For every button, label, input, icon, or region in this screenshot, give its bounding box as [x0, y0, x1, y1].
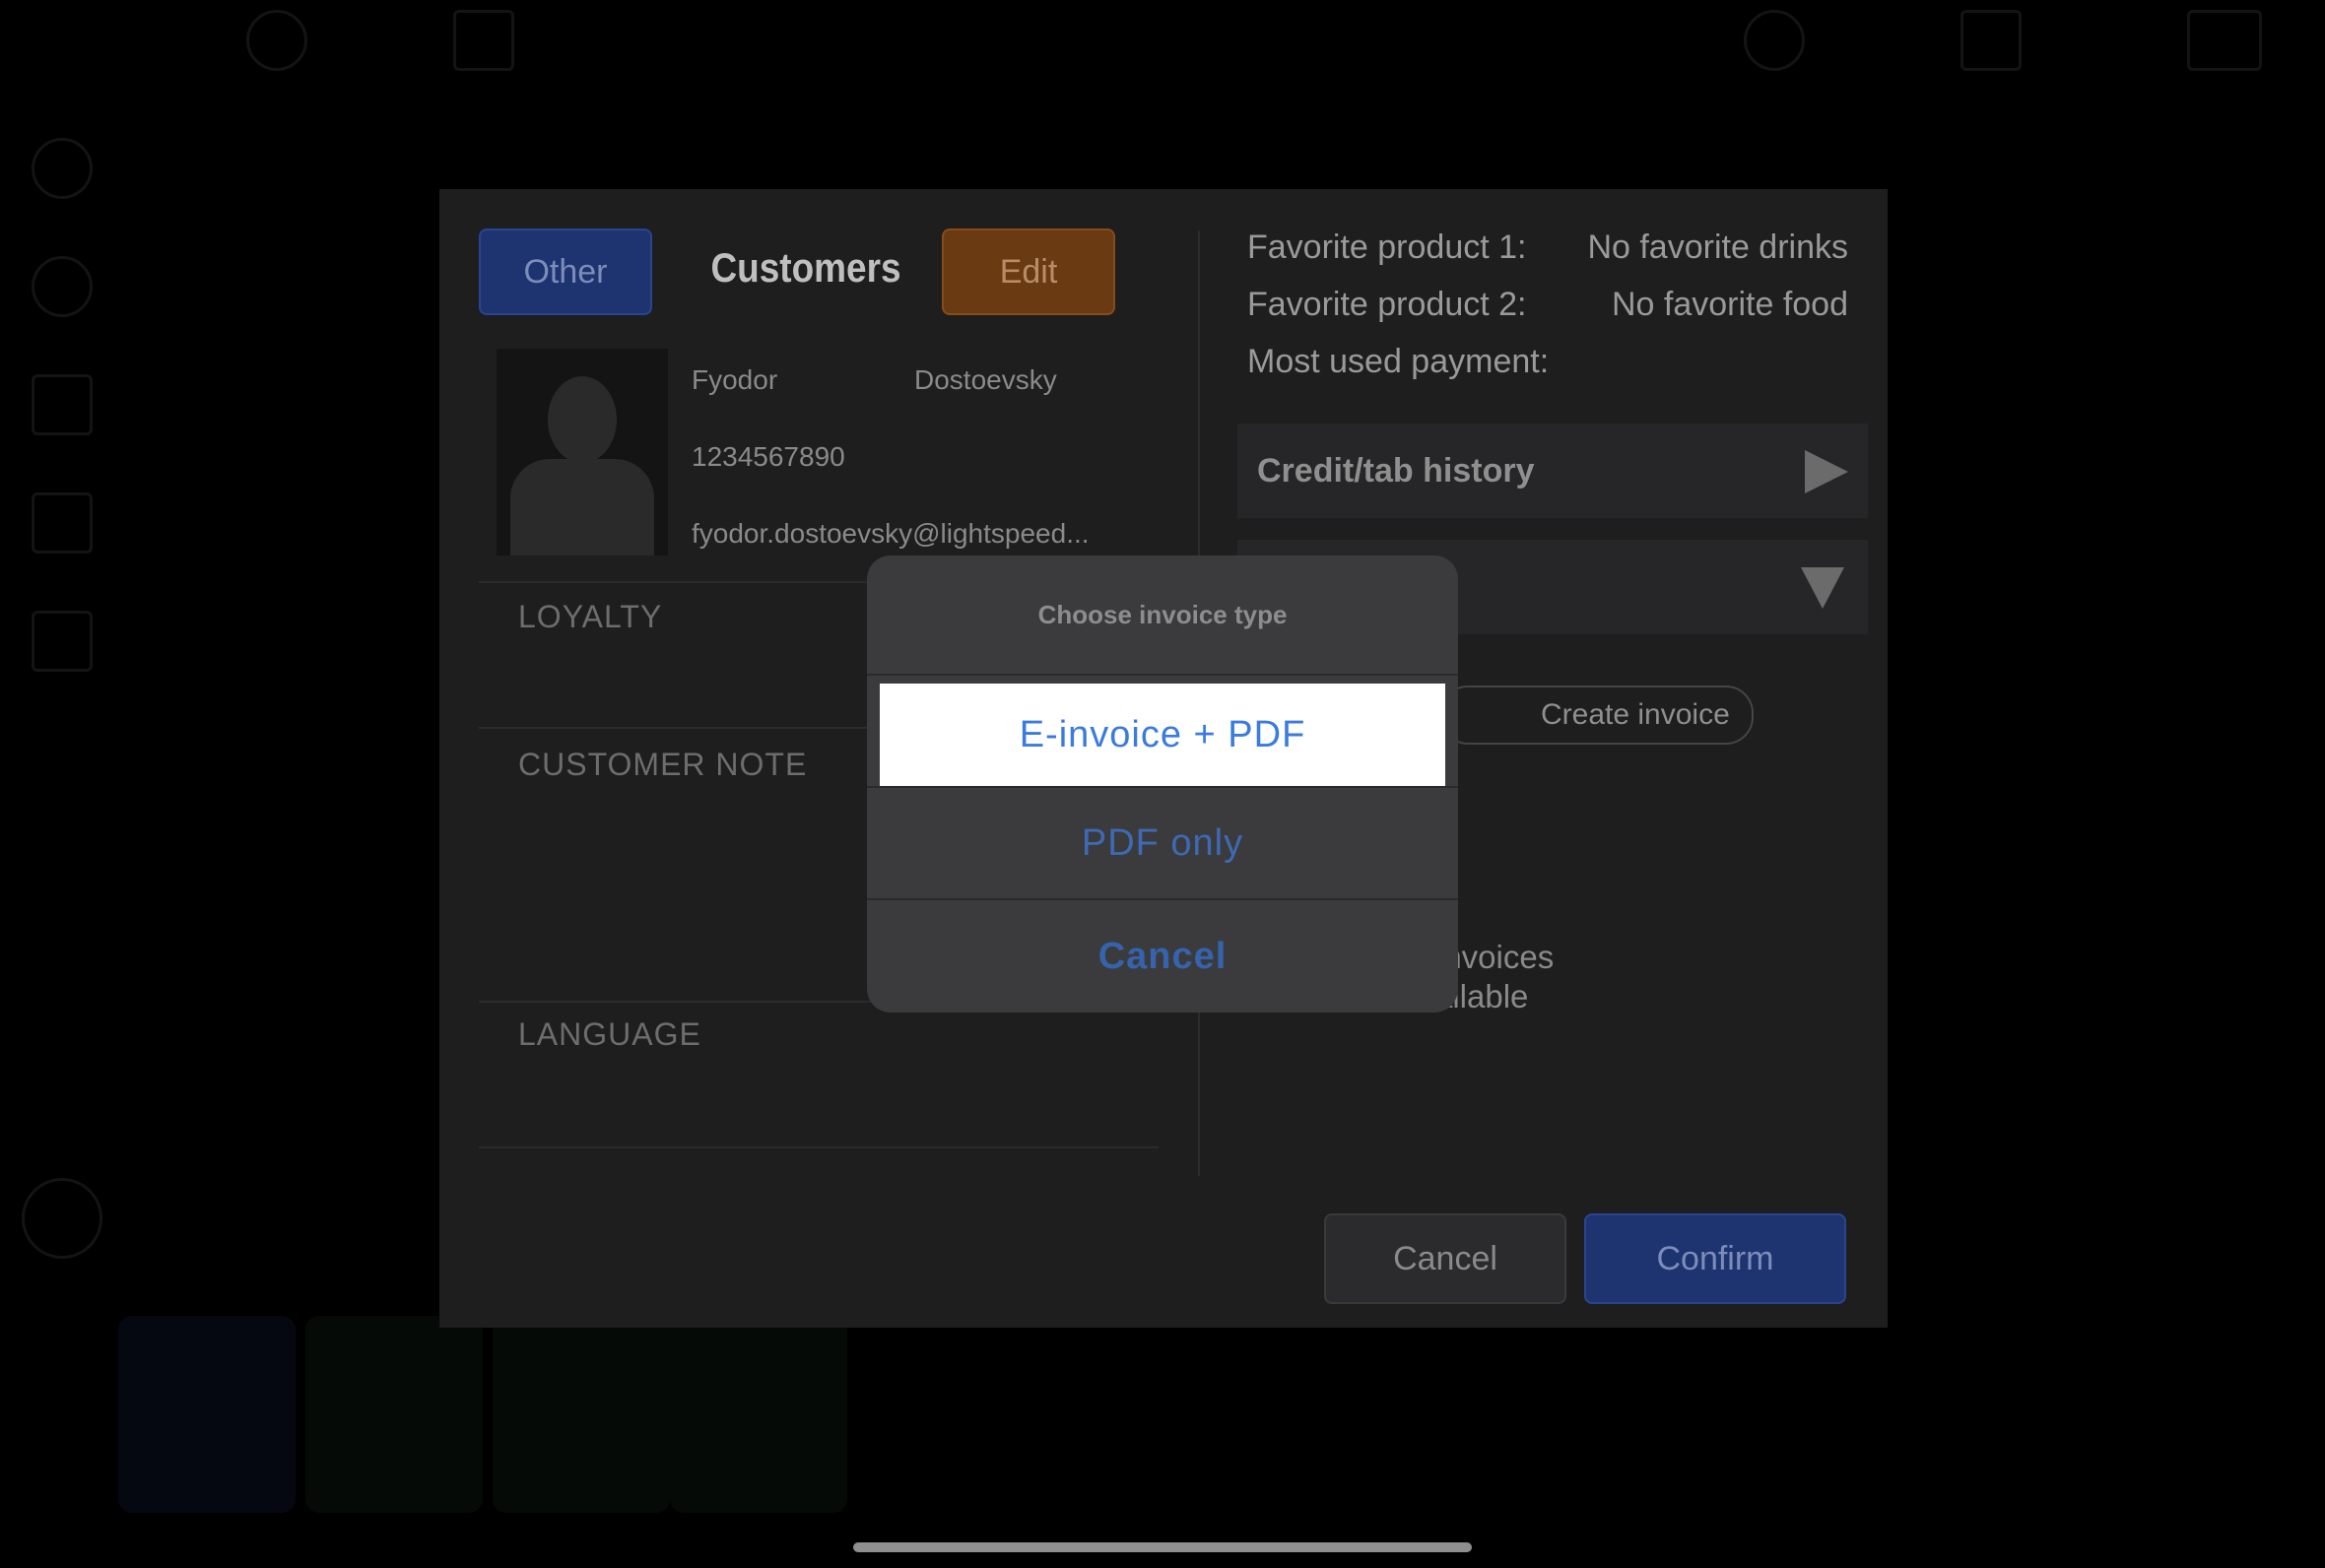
background-icon — [453, 10, 514, 71]
background-tile — [305, 1316, 483, 1513]
first-name[interactable]: Fyodor — [692, 364, 777, 396]
home-indicator[interactable] — [853, 1542, 1472, 1552]
favorite-product-1-label: Favorite product 1: — [1247, 229, 1527, 266]
email-address[interactable]: fyodor.dostoevsky@lightspeed... — [692, 518, 1090, 550]
section-divider — [479, 1146, 1159, 1148]
background-icon — [1960, 10, 2022, 71]
action-sheet-title: Choose invoice type — [1037, 599, 1288, 629]
confirm-button[interactable]: Confirm — [1584, 1213, 1846, 1304]
background-tile — [118, 1316, 296, 1513]
invoice-type-action-sheet: Choose invoice type E-invoice + PDF PDF … — [867, 555, 1458, 1013]
loyalty-section[interactable]: LOYALTY — [518, 599, 662, 635]
customer-note-section[interactable]: CUSTOMER NOTE — [518, 747, 807, 783]
most-used-payment-label: Most used payment: — [1247, 343, 1550, 380]
modal-title: Customers — [710, 244, 901, 291]
pdf-only-option[interactable]: PDF only — [867, 788, 1458, 898]
last-name[interactable]: Dostoevsky — [914, 364, 1057, 396]
action-sheet-cancel-button[interactable]: Cancel — [867, 900, 1458, 1013]
background-tile — [493, 1316, 670, 1513]
background-icon — [32, 256, 93, 317]
background-icon — [22, 1178, 102, 1259]
background-icon — [32, 374, 93, 435]
create-invoice-button[interactable]: Create invoice — [1440, 686, 1754, 745]
favorite-product-2-value: No favorite food — [1611, 286, 1848, 323]
background-icon — [32, 611, 93, 672]
credit-tab-history-label: Credit/tab history — [1257, 451, 1535, 490]
cancel-button[interactable]: Cancel — [1324, 1213, 1566, 1304]
phone-number[interactable]: 1234567890 — [692, 441, 845, 473]
favorite-product-2-label: Favorite product 2: — [1247, 286, 1527, 323]
chevron-down-icon — [1801, 567, 1844, 609]
action-sheet-separator — [867, 674, 1458, 676]
edit-button[interactable]: Edit — [942, 229, 1115, 315]
avatar-head — [548, 376, 617, 463]
background-icon — [2187, 10, 2262, 71]
background-icon — [1744, 10, 1805, 71]
background-tile — [670, 1316, 847, 1513]
favorite-product-1-value: No favorite drinks — [1587, 229, 1848, 266]
background-icon — [246, 10, 307, 71]
language-section[interactable]: LANGUAGE — [518, 1016, 701, 1053]
background-icon — [32, 138, 93, 199]
avatar-torso — [510, 459, 654, 555]
background-icon — [32, 492, 93, 554]
play-arrow-icon — [1805, 450, 1848, 493]
credit-tab-history-row[interactable]: Credit/tab history — [1237, 424, 1868, 518]
other-button[interactable]: Other — [479, 229, 652, 315]
e-invoice-pdf-option[interactable]: E-invoice + PDF — [880, 684, 1445, 786]
avatar-icon[interactable] — [497, 349, 668, 555]
